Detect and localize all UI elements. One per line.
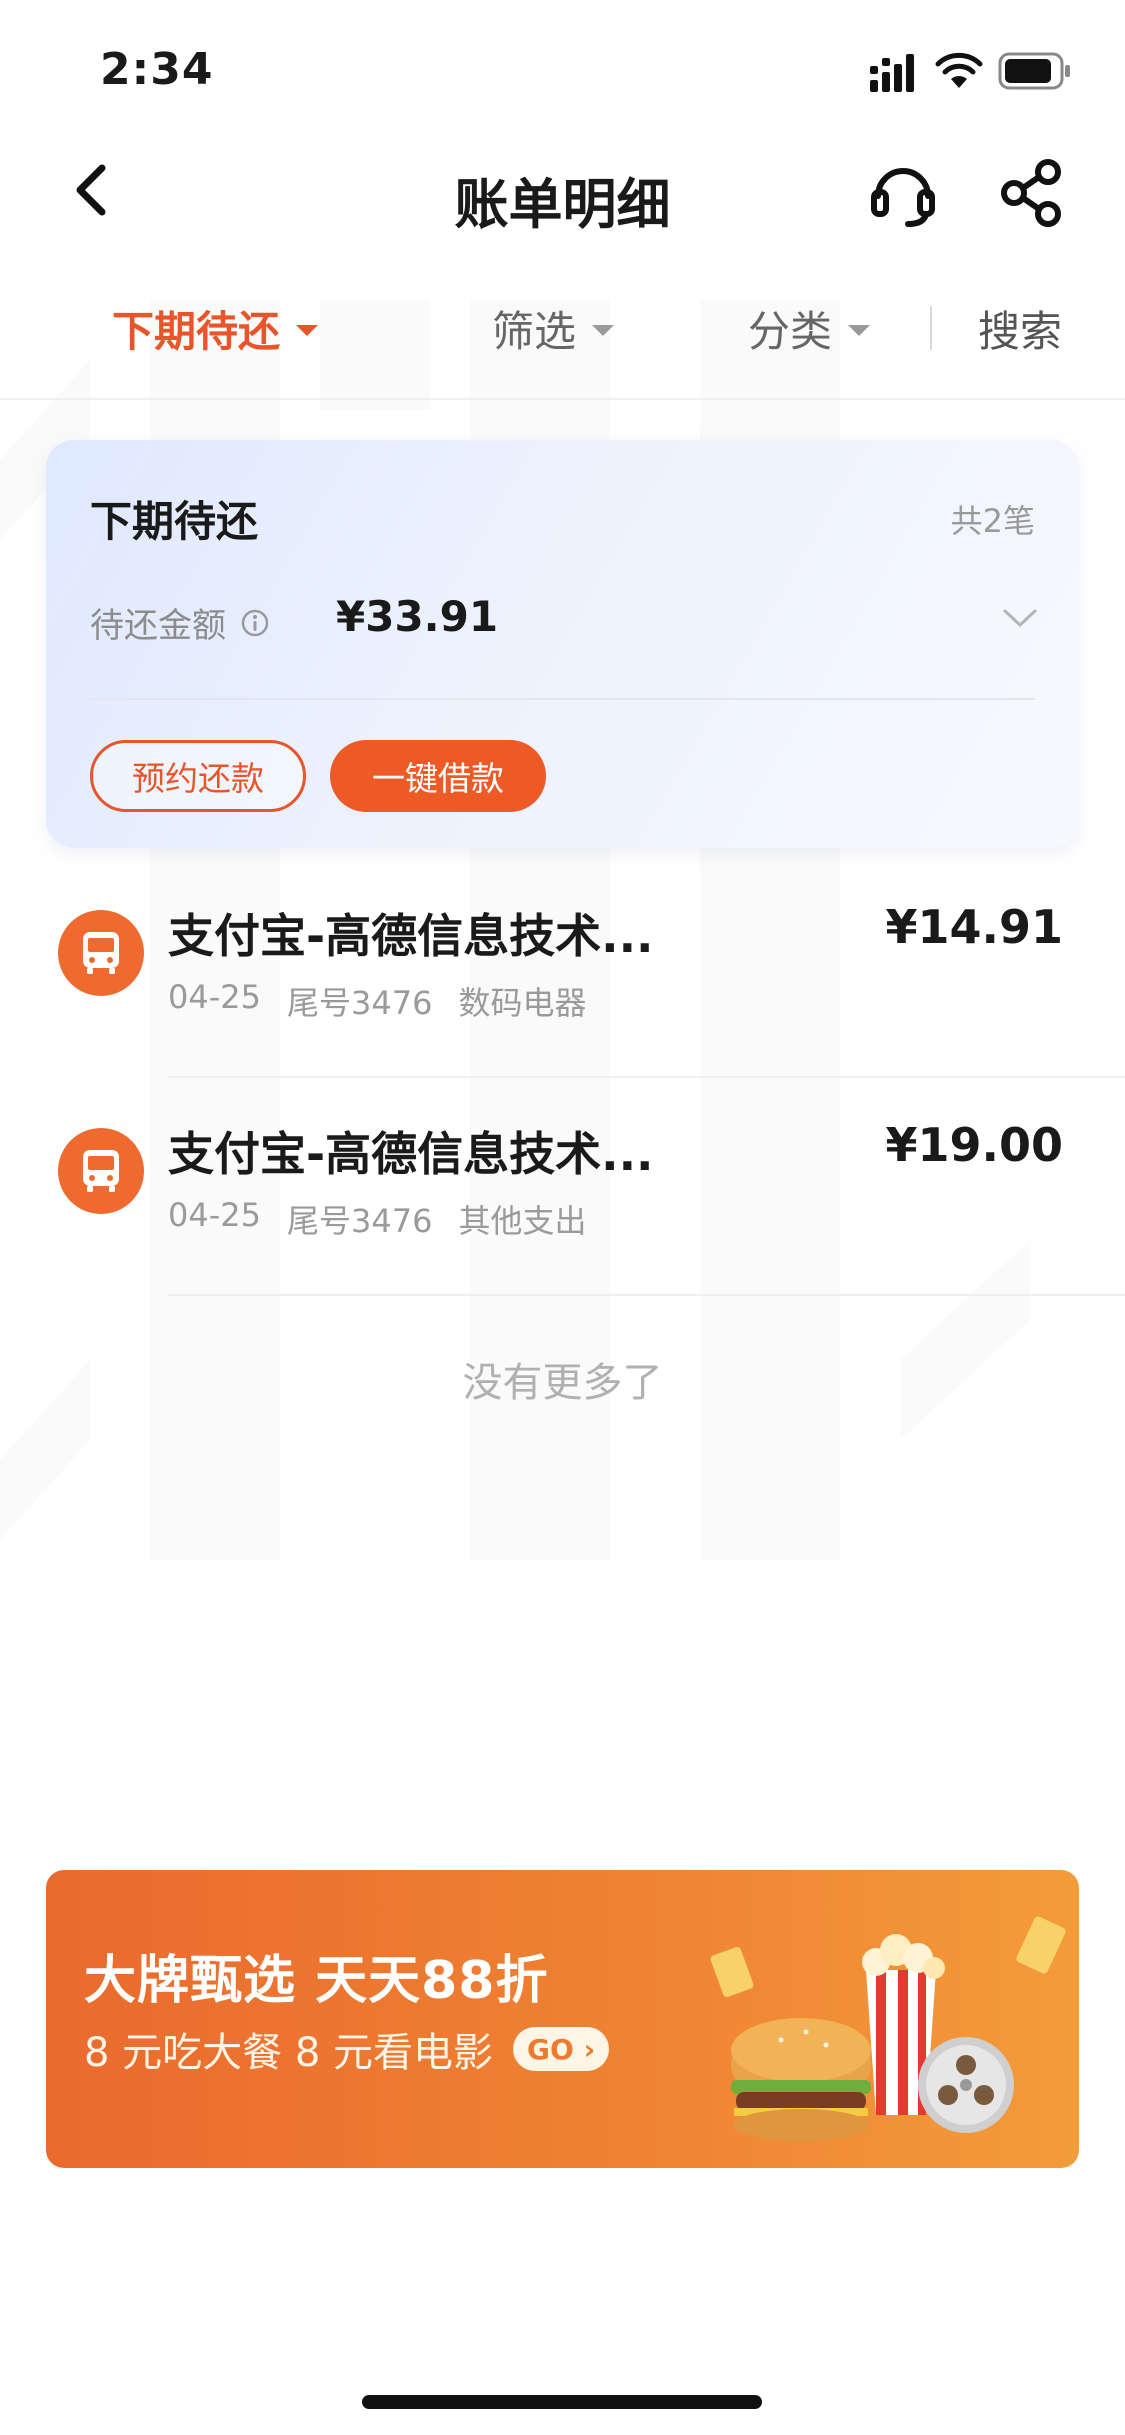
bus-icon (83, 1150, 119, 1192)
bill-list-item[interactable]: 支付宝-高德信息技术... 04-25 尾号3476 数码电器 ¥14.91 (0, 860, 1125, 1078)
tab-label: 分类 (748, 306, 833, 356)
list-end-text: 没有更多了 (462, 1360, 663, 1406)
tab-filter[interactable]: 筛选 (492, 298, 615, 358)
repayment-summary-card: 下期待还 共2笔 待还金额 ¥33.91 预约还款 一键借款 (46, 440, 1079, 848)
navigation-bar: 账单明细 (0, 130, 1125, 260)
wifi-icon (935, 52, 983, 88)
tab-label: 筛选 (492, 306, 577, 356)
bill-count: 共2笔 (950, 502, 1035, 540)
card-title: 下期待还 (90, 497, 259, 546)
tab-category[interactable]: 分类 (748, 298, 871, 358)
cellular-signal-icon (870, 54, 914, 92)
amount-label: 待还金额 (90, 606, 226, 646)
search-button[interactable]: 搜索 (978, 298, 1062, 358)
tab-next-due[interactable]: 下期待还 (112, 298, 319, 358)
merchant-name: 支付宝-高德信息技术... (168, 909, 654, 963)
card-tail: 尾号3476 (286, 1202, 433, 1240)
status-time: 2:34 (100, 44, 214, 95)
reserve-repayment-button[interactable]: 预约还款 (90, 740, 306, 812)
food-movie-illustration (710, 1916, 1066, 2141)
bill-list-item[interactable]: 支付宝-高德信息技术... 04-25 尾号3476 其他支出 ¥19.00 (0, 1078, 1125, 1296)
filter-bar: 下期待还 筛选 分类 搜索 (0, 270, 1125, 400)
tab-divider (930, 306, 932, 350)
info-icon[interactable] (240, 608, 270, 638)
tab-label: 下期待还 (112, 306, 281, 356)
merchant-avatar (58, 910, 144, 996)
customer-service-headset-icon[interactable] (868, 158, 938, 228)
promo-title: 大牌甄选 天天88折 (84, 1951, 549, 2011)
divider (168, 1294, 1125, 1296)
card-divider (90, 698, 1035, 700)
page-title: 账单明细 (454, 173, 671, 236)
dropdown-caret-icon (848, 324, 871, 336)
bill-list: 支付宝-高德信息技术... 04-25 尾号3476 数码电器 ¥14.91 支… (0, 860, 1125, 1296)
promo-go-button[interactable]: GO › (513, 2027, 610, 2071)
bill-meta: 04-25 尾号3476 数码电器 (168, 978, 586, 1024)
chevron-down-icon[interactable] (1001, 606, 1039, 630)
one-click-borrow-button[interactable]: 一键借款 (330, 740, 546, 812)
bus-icon (83, 932, 119, 974)
dropdown-caret-icon (296, 324, 319, 336)
promo-banner[interactable]: 大牌甄选 天天88折 8 元吃大餐 8 元看电影 GO › (46, 1870, 1079, 2168)
amount-due: ¥33.91 (336, 592, 499, 641)
share-icon[interactable] (998, 158, 1066, 228)
bill-meta: 04-25 尾号3476 其他支出 (168, 1196, 586, 1242)
bill-date: 04-25 (168, 978, 261, 1016)
bill-amount: ¥14.91 (885, 900, 1063, 954)
bill-category: 其他支出 (458, 1202, 587, 1240)
bill-date: 04-25 (168, 1196, 261, 1234)
promo-subtitle-row: 8 元吃大餐 8 元看电影 GO › (84, 2020, 610, 2078)
battery-icon (998, 52, 1070, 90)
dropdown-caret-icon (592, 324, 615, 336)
bill-amount: ¥19.00 (885, 1118, 1063, 1172)
status-bar: 2:34 (0, 0, 1125, 130)
bill-category: 数码电器 (458, 984, 587, 1022)
merchant-avatar (58, 1128, 144, 1214)
card-tail: 尾号3476 (286, 984, 433, 1022)
merchant-name: 支付宝-高德信息技术... (168, 1127, 654, 1181)
amount-label-row: 待还金额 (90, 598, 270, 647)
home-indicator (362, 2395, 762, 2409)
promo-subtitle: 8 元吃大餐 8 元看电影 (84, 2030, 494, 2076)
